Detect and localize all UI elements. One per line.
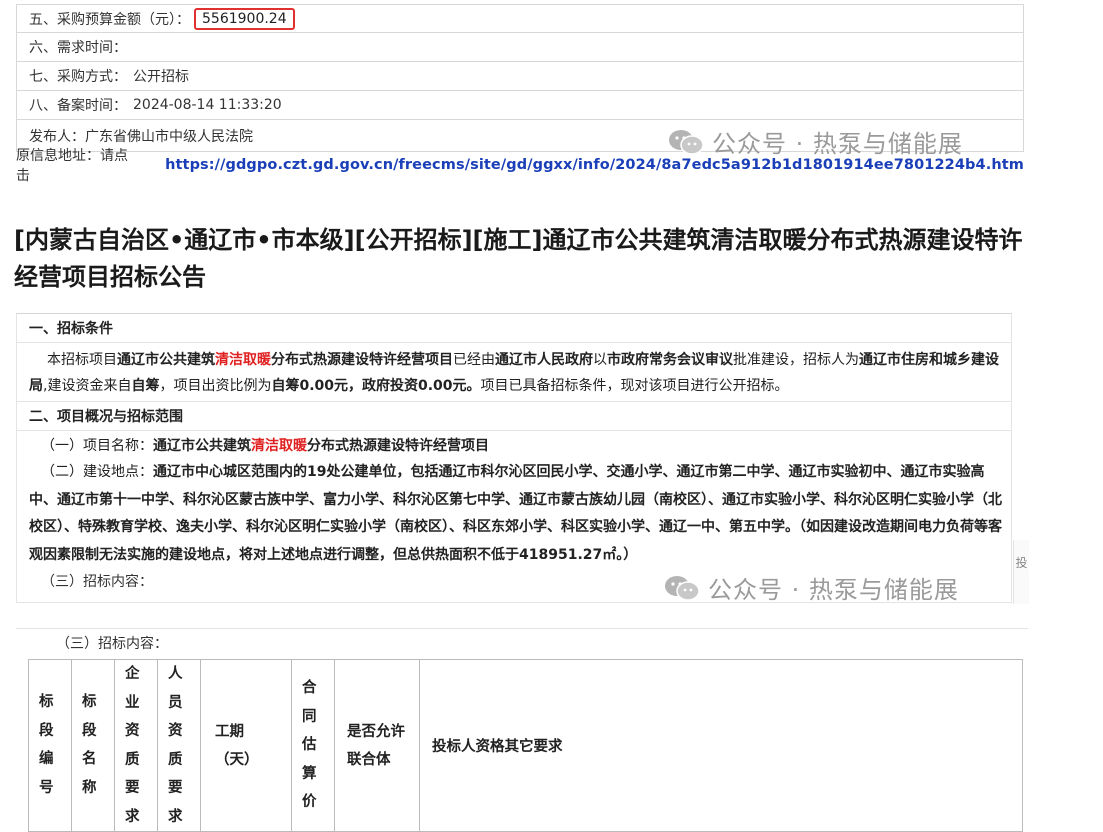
location-text: 通辽市中心城区范围内的19处公建单位，包括通辽市科尔沁区回民小学、交通小学、通辽… — [29, 464, 1002, 563]
side-char: 投 — [1015, 556, 1028, 570]
watermark-text: 公众号 · 热泵与储能展 — [712, 130, 963, 158]
header-char: 算 — [302, 765, 317, 782]
announcement-heading: [内蒙古自治区•通辽市•市本级][公开招标][施工]通辽市公共建筑清洁取暖分布式… — [14, 226, 1023, 291]
publisher-value: 广东省佛山市中级人民法院 — [85, 128, 253, 145]
source-label: 原信息地址：请点击 — [16, 148, 128, 184]
header-char: 估 — [302, 737, 317, 753]
header-char: 人 — [168, 666, 183, 682]
table-caption: （三）招标内容： — [16, 628, 1028, 659]
header-char: 编 — [39, 751, 54, 767]
text-run: 已经由 — [453, 352, 495, 368]
header-char: 要 — [125, 780, 140, 796]
header-consortium-allowed: 是否允许联合体 — [334, 659, 420, 832]
publisher-label: 发布人： — [29, 128, 85, 145]
watermark-top: 公众号 · 热泵与储能展 — [668, 124, 963, 159]
header-personnel-qualification: 人员资质要求 — [157, 659, 201, 832]
method-label: 七、采购方式： — [29, 69, 127, 85]
demand-time-row: 六、需求时间： — [16, 33, 1024, 62]
text-run: 自筹0.00元，政府投资0.00元。 — [271, 378, 481, 394]
wechat-icon — [665, 575, 700, 601]
record-time-row: 八、备案时间： 2024-08-14 11:33:20 — [16, 91, 1024, 120]
text-run: 市政府常务会议审议 — [607, 352, 733, 368]
text-run: 项目已具备招标条件，现对该项目进行公开招标。 — [480, 378, 789, 394]
header-char: 同 — [302, 708, 317, 725]
header-char: 资 — [168, 723, 183, 739]
budget-label: 五、采购预算金额（元）： — [29, 11, 190, 28]
tender-notice: 一、招标条件 本招标项目通辽市公共建筑清洁取暖分布式热源建设特许经营项目已经由通… — [16, 313, 1012, 603]
watermark-middle: 公众号 · 热泵与储能展 — [664, 570, 959, 605]
item-label: （二）建设地点： — [41, 464, 153, 480]
header-section-name: 标段名称 — [71, 659, 115, 832]
construction-location-item: （二）建设地点：通辽市中心城区范围内的19处公建单位，包括通辽市科尔沁区回民小学… — [17, 459, 1011, 569]
text-run: 批准建设，招标人为 — [733, 352, 859, 368]
source-url-link[interactable]: https://gdgpo.czt.gd.gov.cn/freecms/site… — [165, 157, 1024, 173]
header-char: 号 — [39, 779, 54, 796]
header-char: 合 — [302, 680, 317, 696]
watermark-text: 公众号 · 热泵与储能展 — [708, 576, 959, 604]
header-char: 业 — [125, 694, 140, 711]
header-char: 标 — [82, 694, 97, 710]
header-char: 求 — [125, 808, 140, 825]
highlight-term: 清洁取暖 — [215, 352, 271, 368]
clipped-side-panel: 投 — [1013, 540, 1029, 604]
method-value: 公开招标 — [133, 69, 189, 85]
header-duration: 工期（天） — [200, 659, 292, 832]
project-name-item: （一）项目名称：通辽市公共建筑清洁取暖分布式热源建设特许经营项目 — [17, 431, 1011, 459]
header-char: 段 — [39, 722, 54, 739]
highlight-term: 清洁取暖 — [251, 438, 307, 454]
header-char: 价 — [302, 794, 317, 810]
header-section-number: 标段编号 — [28, 659, 72, 832]
bid-table-block: （三）招标内容： 标段编号 标段名称 企业资质要求 人员资质要求 工期（天） 合… — [16, 628, 1028, 832]
bid-section-table: 标段编号 标段名称 企业资质要求 人员资质要求 工期（天） 合同估算价 是否允许… — [28, 659, 1023, 832]
header-contract-estimate: 合同估算价 — [291, 659, 335, 832]
header-char: 段 — [82, 722, 97, 739]
budget-value-highlight: 5561900.24 — [194, 7, 295, 30]
header-char: 企 — [125, 666, 140, 682]
text-run: 自筹 — [131, 378, 160, 394]
header-other-requirements: 投标人资格其它要求 — [419, 659, 1023, 832]
text-run: 通辽市公共建筑 — [117, 352, 215, 368]
header-char: 名 — [82, 751, 97, 767]
header-char: 求 — [168, 808, 183, 825]
header-char: 称 — [82, 779, 97, 796]
header-char: 质 — [125, 751, 140, 768]
section-1-title: 一、招标条件 — [17, 314, 1011, 343]
text-run: ，项目出资比例为 — [159, 378, 272, 394]
section-2-title: 二、项目概况与招标范围 — [17, 401, 1011, 431]
text-run: 以 — [593, 352, 607, 368]
header-char: 资 — [125, 723, 140, 739]
text-run: 分布式热源建设特许经营项目 — [271, 352, 453, 368]
section-1-paragraph: 本招标项目通辽市公共建筑清洁取暖分布式热源建设特许经营项目已经由通辽市人民政府以… — [17, 343, 1011, 399]
wechat-icon — [669, 129, 704, 155]
text-run: 通辽市公共建筑 — [153, 438, 251, 454]
item-label: （一）项目名称： — [41, 438, 153, 454]
procurement-method-row: 七、采购方式： 公开招标 — [16, 62, 1024, 91]
text-run: ,建设资金来自 — [43, 378, 132, 394]
table-header-row: 标段编号 标段名称 企业资质要求 人员资质要求 工期（天） 合同估算价 是否允许… — [28, 659, 1023, 832]
header-char: 要 — [168, 780, 183, 796]
text-run: 通辽市人民政府 — [495, 352, 593, 368]
record-time-label: 八、备案时间： — [29, 98, 127, 114]
text-run: 本招标项目 — [47, 352, 117, 368]
header-char: 标 — [39, 694, 54, 710]
budget-row: 五、采购预算金额（元）： 5561900.24 — [16, 4, 1024, 33]
header-company-qualification: 企业资质要求 — [114, 659, 158, 832]
header-char: 员 — [168, 694, 183, 711]
demand-time-label: 六、需求时间： — [29, 40, 127, 56]
text-run: 分布式热源建设特许经营项目 — [307, 438, 489, 454]
record-time-value: 2024-08-14 11:33:20 — [133, 97, 282, 113]
header-char: 质 — [168, 751, 183, 768]
